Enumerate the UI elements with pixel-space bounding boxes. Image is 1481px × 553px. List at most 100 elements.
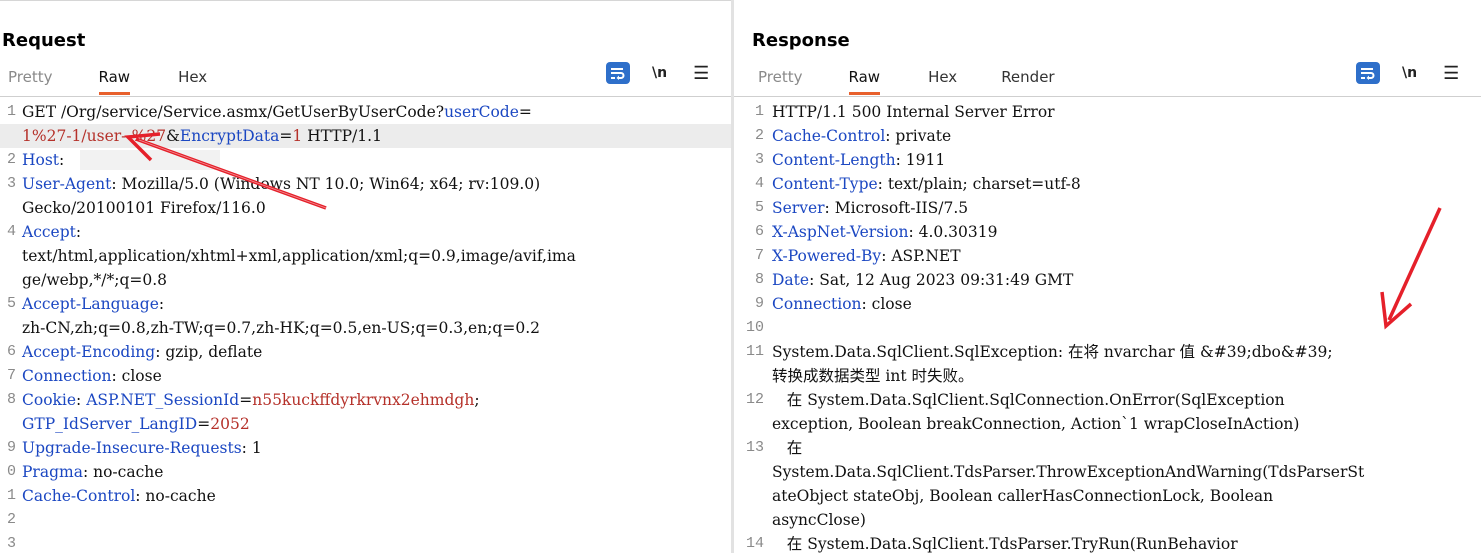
code-token: zh-CN,zh;q=0.8,zh-TW;q=0.7,zh-HK;q=0.5,e… bbox=[22, 319, 540, 337]
code-token: = bbox=[239, 391, 253, 409]
code-line: 10 bbox=[734, 316, 1481, 340]
line-number: 1 bbox=[754, 103, 764, 120]
request-editor[interactable]: 3 2 1 Cache-Control: no-cache 0 Pragma: no-ca… bbox=[0, 96, 731, 553]
code-token: : no-cache bbox=[135, 487, 216, 505]
code-token: : Sat, 12 Aug 2023 09:31:49 GMT bbox=[809, 271, 1074, 289]
header-key: Accept-Encoding bbox=[22, 343, 156, 361]
code-text: Cache-Control: private bbox=[772, 124, 951, 148]
response-tab-hex[interactable]: Hex bbox=[928, 64, 957, 92]
header-key: Accept-Language bbox=[22, 295, 159, 313]
header-key: ASP.NET_SessionId bbox=[86, 391, 240, 409]
code-token: : private bbox=[885, 127, 952, 145]
code-text: text/html,application/xhtml+xml,applicat… bbox=[22, 244, 576, 268]
code-line: 1 HTTP/1.1 500 Internal Server Error bbox=[734, 100, 1481, 124]
code-line: 3 User-Agent: Mozilla/5.0 (Windows NT 10.… bbox=[0, 172, 731, 196]
code-token: System.Data.SqlClient.TdsParser.ThrowExc… bbox=[772, 463, 1365, 481]
header-key: userCode bbox=[444, 103, 519, 121]
header-key: Accept bbox=[22, 223, 76, 241]
line-number: 8 bbox=[6, 391, 16, 408]
code-text: ateObject stateObj, Boolean callerHasCon… bbox=[772, 484, 1273, 508]
code-text: Content-Type: text/plain; charset=utf-8 bbox=[772, 172, 1081, 196]
code-token: : Microsoft-IIS/7.5 bbox=[824, 199, 969, 217]
code-token: HTTP/1.1 500 Internal Server Error bbox=[772, 103, 1055, 121]
header-key: Server bbox=[772, 199, 825, 217]
code-line: 1 GET /Org/service/Service.asmx/GetUserBy… bbox=[0, 100, 731, 124]
code-text: asyncClose) bbox=[772, 508, 866, 532]
param-value: 1%27-1/user--%27 bbox=[22, 127, 167, 145]
code-token: : Mozilla/5.0 (Windows NT 10.0; Win64; x… bbox=[111, 175, 541, 193]
wrap-text-icon bbox=[1361, 68, 1375, 80]
code-token: : close bbox=[111, 367, 162, 385]
code-line: System.Data.SqlClient.TdsParser.ThrowExc… bbox=[734, 460, 1481, 484]
header-key: EncryptData bbox=[179, 127, 280, 145]
code-text: X-Powered-By: ASP.NET bbox=[772, 244, 961, 268]
code-text: HTTP/1.1 500 Internal Server Error bbox=[772, 100, 1055, 124]
code-text: System.Data.SqlClient.TdsParser.ThrowExc… bbox=[772, 460, 1364, 484]
code-line: 6 Accept-Encoding: gzip, deflate bbox=[0, 340, 731, 364]
request-tab-pretty[interactable]: Pretty bbox=[8, 64, 53, 92]
request-pane: Request Pretty Raw Hex \n ☰ 3 2 1 Cache-Con… bbox=[0, 0, 731, 553]
code-text: Cookie: ASP.NET_SessionId=n55kuckffdyrkr… bbox=[22, 388, 480, 412]
response-tab-pretty[interactable]: Pretty bbox=[758, 64, 803, 92]
code-token: : 1 bbox=[241, 439, 262, 457]
code-token: ; bbox=[474, 391, 480, 409]
line-number: 3 bbox=[6, 535, 16, 552]
code-token: : no-cache bbox=[82, 463, 164, 481]
pane-top-border bbox=[0, 0, 731, 1]
code-line: 5 Server: Microsoft-IIS/7.5 bbox=[734, 196, 1481, 220]
code-text: zh-CN,zh;q=0.8,zh-TW;q=0.7,zh-HK;q=0.5,e… bbox=[22, 316, 540, 340]
header-key: Host bbox=[22, 151, 60, 169]
code-text: GTP_IdServer_LangID=2052 bbox=[22, 412, 250, 436]
request-title: Request bbox=[2, 30, 86, 51]
request-tab-hex[interactable]: Hex bbox=[178, 64, 207, 92]
header-key: Cache-Control bbox=[772, 127, 886, 145]
code-line: 6 X-AspNet-Version: 4.0.30319 bbox=[734, 220, 1481, 244]
header-key: Content-Type bbox=[772, 175, 878, 193]
code-token: = bbox=[518, 103, 532, 121]
code-text: Content-Length: 1911 bbox=[772, 148, 945, 172]
header-key: Connection bbox=[22, 367, 112, 385]
response-tabs: Pretty Raw Hex Render bbox=[750, 64, 1055, 95]
code-line: GTP_IdServer_LangID=2052 bbox=[0, 412, 731, 436]
code-line: text/html,application/xhtml+xml,applicat… bbox=[0, 244, 731, 268]
header-key: Date bbox=[772, 271, 810, 289]
code-text: 在 System.Data.SqlClient.SqlConnection.On… bbox=[772, 388, 1285, 412]
line-number: 13 bbox=[745, 439, 764, 456]
line-number: 5 bbox=[754, 199, 764, 216]
response-wrap-button[interactable] bbox=[1356, 62, 1380, 84]
code-line: 12 在 System.Data.SqlClient.SqlConnection… bbox=[734, 388, 1481, 412]
line-number: 10 bbox=[745, 319, 764, 336]
header-key: X-AspNet-Version bbox=[772, 223, 909, 241]
line-number: 4 bbox=[754, 175, 764, 192]
response-newline-toggle[interactable]: \n bbox=[1402, 65, 1417, 81]
code-line: 11 System.Data.SqlClient.SqlException: 在将… bbox=[734, 340, 1481, 364]
code-line: 1 Cache-Control: no-cache bbox=[0, 484, 731, 508]
code-token: = bbox=[197, 415, 211, 433]
wrap-text-icon bbox=[611, 68, 625, 80]
response-tab-render[interactable]: Render bbox=[1001, 64, 1054, 92]
hamburger-menu-icon[interactable]: ☰ bbox=[693, 64, 709, 82]
code-text: 转换成数据类型 int 时失败。 bbox=[772, 364, 974, 388]
header-key: X-Powered-By bbox=[772, 247, 882, 265]
response-tab-raw[interactable]: Raw bbox=[848, 64, 881, 95]
code-text: Accept-Encoding: gzip, deflate bbox=[22, 340, 262, 364]
response-editor[interactable]: 1 4 在 System.Data.SqlClient.TdsParser.Try… bbox=[734, 96, 1481, 553]
request-tab-raw[interactable]: Raw bbox=[98, 64, 131, 95]
code-text: Connection: close bbox=[772, 292, 912, 316]
code-line: 13 在 bbox=[734, 436, 1481, 460]
code-token: Gecko/20100101 Firefox/116.0 bbox=[22, 199, 266, 217]
header-key: Cookie bbox=[22, 391, 77, 409]
code-token: 在 System.Data.SqlClient.TdsParser.TryRun… bbox=[772, 535, 1238, 553]
request-wrap-button[interactable] bbox=[606, 62, 630, 84]
code-line: 14 在 System.Data.SqlClient.TdsParser.Try… bbox=[734, 532, 1481, 553]
code-line: 7 Connection: close bbox=[0, 364, 731, 388]
hamburger-menu-icon[interactable]: ☰ bbox=[1443, 64, 1459, 82]
code-line: 9 Connection: close bbox=[734, 292, 1481, 316]
code-token: : 1911 bbox=[895, 151, 946, 169]
line-number: 8 bbox=[754, 271, 764, 288]
code-text: GET /Org/service/Service.asmx/GetUserByU… bbox=[22, 100, 532, 124]
code-token: : bbox=[158, 295, 165, 313]
request-newline-toggle[interactable]: \n bbox=[652, 65, 667, 81]
code-line: 8 Date: Sat, 12 Aug 2023 09:31:49 GMT bbox=[734, 268, 1481, 292]
code-line: 8 Cookie: ASP.NET_SessionId=n55kuckffdyrk… bbox=[0, 388, 731, 412]
